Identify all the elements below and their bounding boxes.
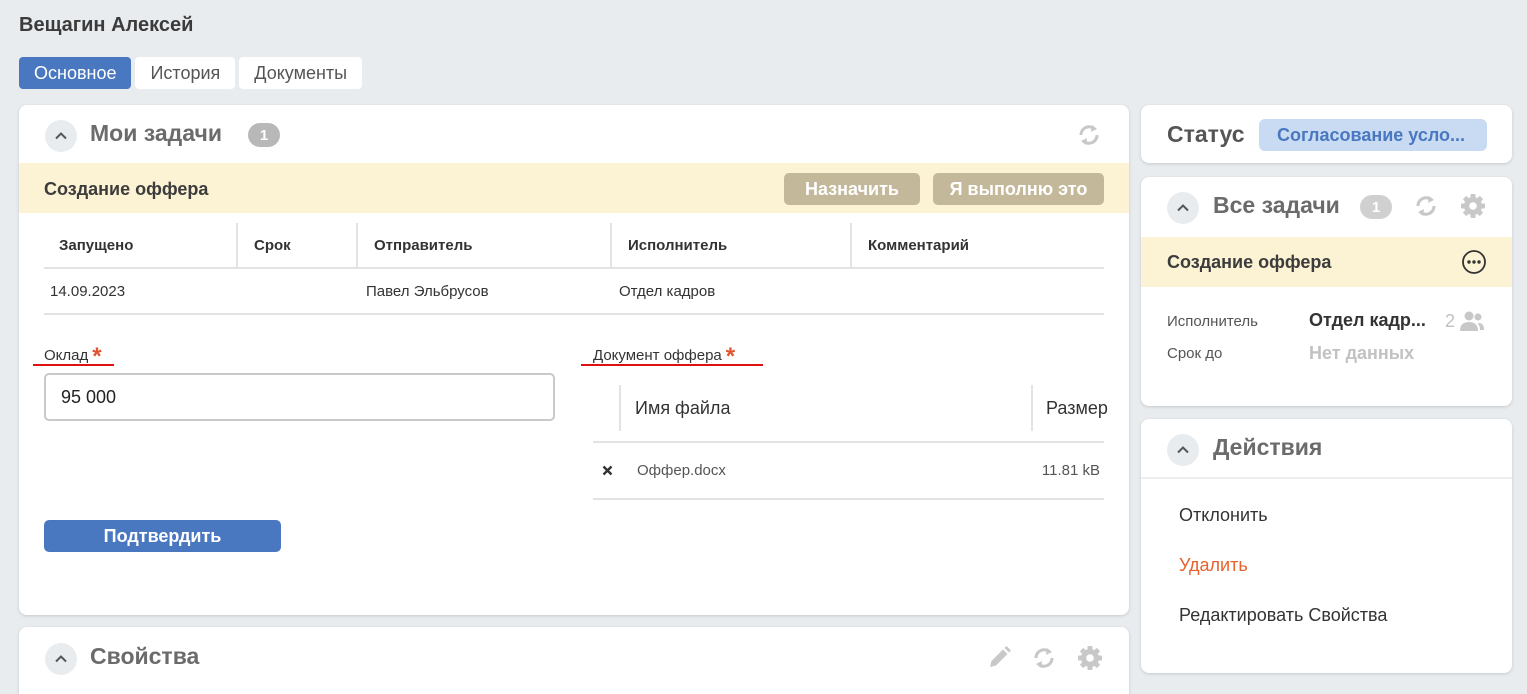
column-divider xyxy=(1031,385,1033,431)
my-tasks-count-badge: 1 xyxy=(248,123,280,147)
refresh-button[interactable] xyxy=(1074,120,1104,150)
edit-properties-action[interactable]: Редактировать Свойства xyxy=(1179,605,1387,626)
column-divider xyxy=(236,223,238,267)
take-task-button[interactable]: Я выполню это xyxy=(933,173,1104,205)
column-divider xyxy=(610,223,612,267)
chevron-up-icon xyxy=(1177,204,1189,212)
actions-card: Действия Отклонить Удалить Редактировать… xyxy=(1141,419,1512,673)
executor-label: Исполнитель xyxy=(1167,313,1258,330)
cell-started: 14.09.2023 xyxy=(50,282,126,300)
divider xyxy=(1141,477,1512,479)
file-size: 11.81 kB xyxy=(1041,462,1100,479)
reject-action[interactable]: Отклонить xyxy=(1179,505,1268,526)
column-header[interactable]: Запущено xyxy=(59,223,133,267)
file-name[interactable]: Оффер.docx xyxy=(637,443,726,498)
task-band[interactable]: Создание оффера xyxy=(1141,237,1512,287)
collapse-button[interactable] xyxy=(1167,192,1199,224)
refresh-button[interactable] xyxy=(1029,643,1059,673)
collapse-button[interactable] xyxy=(45,120,77,152)
chevron-up-icon xyxy=(55,132,67,140)
task-name: Создание оффера xyxy=(44,179,209,199)
edit-button[interactable] xyxy=(984,643,1014,673)
salary-input[interactable]: 95 000 xyxy=(44,373,555,421)
more-icon xyxy=(1462,250,1486,274)
annotation-underline xyxy=(33,364,114,366)
task-name: Создание оффера xyxy=(1167,252,1332,272)
gear-icon xyxy=(1078,646,1102,670)
column-header[interactable]: Комментарий xyxy=(868,223,969,267)
collapse-button[interactable] xyxy=(45,643,77,675)
settings-button[interactable] xyxy=(1458,191,1488,221)
column-divider xyxy=(619,385,621,431)
status-card: Статус Согласование усло... xyxy=(1141,105,1512,163)
settings-button[interactable] xyxy=(1075,643,1105,673)
salary-label: Оклад * xyxy=(44,339,102,370)
cell-sender: Павел Эльбрусов xyxy=(366,282,489,300)
task-grid-header: Запущено Срок Отправитель Исполнитель Ко… xyxy=(44,223,1104,269)
column-header[interactable]: Размер xyxy=(1046,385,1108,431)
confirm-button[interactable]: Подтвердить xyxy=(44,520,281,552)
tab-documents[interactable]: Документы xyxy=(239,57,363,89)
chevron-up-icon xyxy=(1177,446,1189,454)
annotation-underline xyxy=(581,364,763,366)
document-label-text: Документ оффера xyxy=(593,347,722,364)
actions-title: Действия xyxy=(1213,434,1323,460)
all-tasks-title: Все задачи xyxy=(1213,192,1340,218)
file-row[interactable]: Оффер.docx 11.81 kB xyxy=(593,443,1104,500)
cell-executor: Отдел кадров xyxy=(619,282,716,300)
table-row[interactable]: 14.09.2023 Павел Эльбрусов Отдел кадров xyxy=(44,269,1104,315)
deadline-value: Нет данных xyxy=(1309,343,1415,363)
gear-icon xyxy=(1461,194,1485,218)
refresh-icon xyxy=(1416,196,1436,216)
tab-bar: Основное История Документы xyxy=(19,57,363,89)
remove-file-button[interactable] xyxy=(602,443,613,498)
column-divider xyxy=(356,223,358,267)
pencil-icon xyxy=(990,646,1011,667)
column-header[interactable]: Имя файла xyxy=(635,385,730,431)
all-tasks-card: Все задачи 1 Создание оффера Исполнитель… xyxy=(1141,177,1512,406)
refresh-icon xyxy=(1034,648,1054,668)
my-tasks-title: Мои задачи xyxy=(90,120,222,146)
executor-people[interactable]: 2 xyxy=(1445,310,1485,332)
document-label: Документ оффера * xyxy=(593,339,735,370)
more-button[interactable] xyxy=(1459,247,1489,277)
people-icon xyxy=(1460,311,1485,331)
deadline-label: Срок до xyxy=(1167,345,1223,362)
chevron-up-icon xyxy=(55,655,67,663)
task-band: Создание оффера Назначить Я выполню это xyxy=(19,163,1129,213)
properties-card: Свойства xyxy=(19,627,1129,694)
column-header[interactable]: Срок xyxy=(254,223,291,267)
status-badge[interactable]: Согласование усло... xyxy=(1259,119,1487,151)
collapse-button[interactable] xyxy=(1167,434,1199,466)
assign-button[interactable]: Назначить xyxy=(784,173,920,205)
column-divider xyxy=(850,223,852,267)
column-header[interactable]: Отправитель xyxy=(374,223,472,267)
properties-title: Свойства xyxy=(90,643,200,669)
salary-label-text: Оклад xyxy=(44,347,89,364)
remove-icon xyxy=(602,465,613,476)
refresh-icon xyxy=(1079,125,1099,145)
all-tasks-count-badge: 1 xyxy=(1360,195,1392,219)
my-tasks-card: Мои задачи 1 Создание оффера Назначить Я… xyxy=(19,105,1129,615)
column-header[interactable]: Исполнитель xyxy=(628,223,727,267)
tab-history[interactable]: История xyxy=(135,57,236,89)
tab-main[interactable]: Основное xyxy=(19,57,132,89)
file-grid-header: Имя файла Размер xyxy=(593,373,1108,443)
refresh-button[interactable] xyxy=(1411,191,1441,221)
page-title: Вещагин Алексей xyxy=(19,14,194,36)
delete-action[interactable]: Удалить xyxy=(1179,555,1248,576)
executor-count: 2 xyxy=(1445,310,1456,331)
status-label: Статус xyxy=(1167,121,1245,147)
executor-value[interactable]: Отдел кадр... xyxy=(1309,310,1426,331)
